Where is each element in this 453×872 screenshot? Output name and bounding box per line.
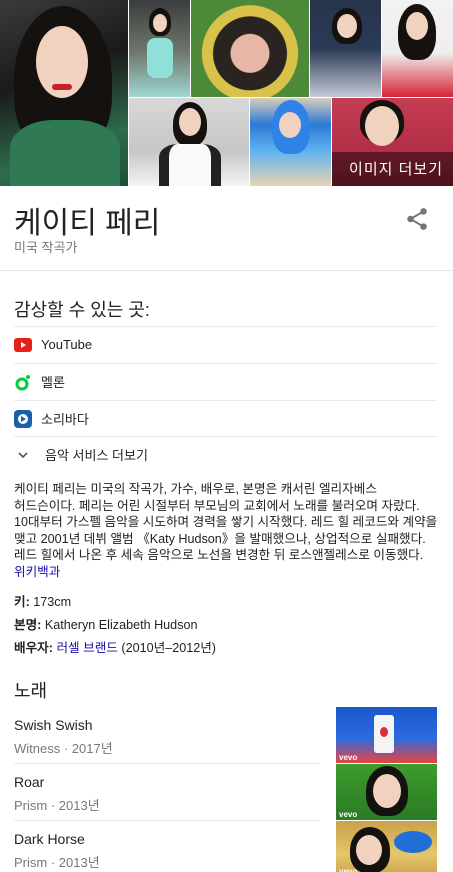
entity-subtitle: 미국 작곡가 — [14, 240, 78, 255]
chevron-down-icon — [14, 446, 32, 464]
song-meta: Prism · 2013년 — [14, 798, 100, 813]
more-services-label: 음악 서비스 더보기 — [45, 448, 148, 463]
image-thumb-5[interactable] — [129, 98, 249, 186]
image-face-shape — [356, 835, 382, 865]
service-label: YouTube — [41, 337, 93, 352]
divider — [0, 270, 453, 271]
fact-value: Katheryn Elizabeth Hudson — [44, 618, 198, 632]
entity-description: 케이티 페리는 미국의 작곡가, 가수, 배우로, 본명은 캐서린 엘리자베스 … — [14, 481, 439, 580]
share-icon — [407, 208, 427, 230]
dress-shape — [147, 38, 173, 78]
image-thumb-6[interactable] — [250, 98, 331, 186]
soribada-icon — [14, 409, 32, 428]
image-thumb-1[interactable] — [129, 0, 190, 97]
fact-birth-name: 본명: Katheryn Elizabeth Hudson — [14, 614, 198, 633]
image-thumb-4[interactable] — [382, 0, 453, 97]
image-thumb-2[interactable] — [191, 0, 309, 97]
songs-heading: 노래 — [14, 681, 48, 701]
more-images-button[interactable]: 이미지 더보기 — [332, 152, 453, 186]
image-thumb-3[interactable] — [310, 0, 381, 97]
song-thumbnail[interactable]: vevo — [336, 707, 437, 763]
image-face-shape — [153, 14, 167, 32]
song-title: Dark Horse — [14, 831, 85, 847]
image-face-shape — [365, 106, 399, 146]
watch-heading: 감상할 수 있는 곳: — [14, 300, 150, 320]
image-face-shape — [337, 14, 357, 38]
fact-value: 173cm — [33, 595, 72, 609]
youtube-icon — [14, 336, 32, 354]
more-images-label: 이미지 더보기 — [349, 161, 443, 178]
lips-shape — [52, 84, 72, 90]
fact-label: 본명: — [14, 618, 42, 632]
service-soribada[interactable]: 소리바다 — [14, 400, 437, 436]
song-meta: Witness · 2017년 — [14, 741, 113, 756]
fact-label: 배우자: — [14, 641, 53, 655]
image-collage: 이미지 더보기 — [0, 0, 453, 186]
shirt-shape — [159, 144, 221, 186]
song-item[interactable]: Dark Horse Prism · 2013년 vevo — [14, 821, 437, 872]
description-text: 케이티 페리는 미국의 작곡가, 가수, 배우로, 본명은 캐서린 엘리자베스 … — [14, 482, 438, 562]
more-services-button[interactable]: 음악 서비스 더보기 — [14, 436, 437, 472]
image-face-shape — [373, 774, 401, 808]
fact-label: 키: — [14, 595, 30, 609]
image-main[interactable] — [0, 0, 128, 186]
song-art-shape — [380, 727, 388, 737]
image-face-shape — [279, 112, 301, 138]
entity-title: 케이티 페리 — [14, 207, 161, 240]
song-item[interactable]: Roar Prism · 2013년 vevo — [14, 764, 437, 820]
service-label: 소리바다 — [41, 412, 89, 427]
song-meta: Prism · 2013년 — [14, 855, 100, 870]
song-item[interactable]: Swish Swish Witness · 2017년 vevo — [14, 707, 437, 763]
service-label: 멜론 — [41, 375, 65, 390]
song-title: Roar — [14, 774, 45, 790]
fact-height: 키: 173cm — [14, 591, 71, 610]
vevo-label: vevo — [339, 753, 358, 762]
song-title: Swish Swish — [14, 717, 93, 733]
song-thumbnail[interactable]: vevo — [336, 821, 437, 872]
service-melon[interactable]: 멜론 — [14, 363, 437, 399]
image-face-shape — [406, 12, 428, 40]
song-thumbnail[interactable]: vevo — [336, 764, 437, 820]
fact-value: (2010년–2012년) — [121, 641, 216, 655]
eye-art-shape — [394, 831, 432, 853]
vevo-label: vevo — [339, 810, 358, 819]
vevo-label: vevo — [339, 867, 358, 872]
share-button[interactable] — [404, 206, 430, 232]
melon-icon — [14, 373, 32, 391]
fact-spouse: 배우자: 러셀 브랜드 (2010년–2012년) — [14, 637, 216, 656]
wikipedia-link[interactable]: 위키백과 — [14, 565, 60, 579]
dress-shape — [10, 120, 120, 186]
spouse-link[interactable]: 러셀 브랜드 — [56, 641, 117, 655]
image-face-shape — [179, 108, 201, 136]
service-youtube[interactable]: YouTube — [14, 326, 437, 362]
